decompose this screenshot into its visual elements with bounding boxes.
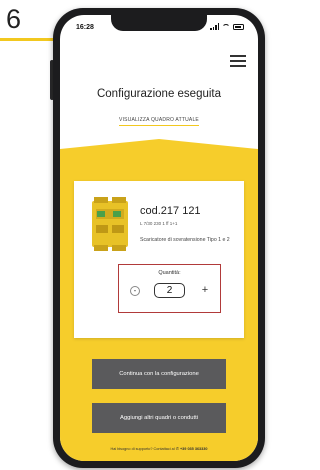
quantity-selector: Quantità: - 2 + bbox=[118, 264, 221, 313]
support-phone-link[interactable]: +39 035 363330 bbox=[180, 447, 208, 451]
status-time: 16:28 bbox=[76, 24, 94, 31]
surge-protector-image bbox=[92, 197, 128, 251]
page-title: Configurazione eseguita bbox=[96, 88, 222, 100]
step-number: 6 bbox=[6, 4, 22, 34]
view-current-panel-link[interactable]: VISUALIZZA QUADRO ATTUALE bbox=[60, 108, 258, 126]
status-bar: 16:28 bbox=[60, 15, 258, 41]
add-more-panels-button[interactable]: Aggiungi altri quadri o condutti bbox=[92, 403, 226, 433]
view-link-label[interactable]: VISUALIZZA QUADRO ATTUALE bbox=[119, 117, 199, 126]
phone-icon: ✆ bbox=[175, 447, 179, 451]
product-card: cod.217 121 L 7/30 230 1 ff 1+1 Scaricat… bbox=[74, 181, 244, 338]
footer-support-text: Hai bisogno di supporto? Contattaci al bbox=[110, 447, 175, 451]
signal-icon bbox=[210, 23, 219, 30]
phone-frame: 16:28 Configurazione eseguita VISUALIZZA… bbox=[53, 8, 265, 468]
wifi-icon bbox=[222, 23, 230, 30]
status-icons bbox=[210, 23, 244, 30]
product-code: cod.217 121 bbox=[140, 205, 201, 217]
product-subcode: L 7/30 230 1 ff 1+1 bbox=[140, 221, 178, 226]
phone-notch bbox=[111, 15, 207, 31]
phone-screen: 16:28 Configurazione eseguita VISUALIZZA… bbox=[60, 15, 258, 461]
quantity-label: Quantità: bbox=[158, 270, 181, 276]
product-description: Scaricatore di sovratensione Tipo 1 e 2 bbox=[140, 237, 230, 243]
continue-configuration-button[interactable]: Continua con la configurazione bbox=[92, 359, 226, 389]
battery-icon bbox=[233, 23, 244, 30]
footer-support-note: Hai bisogno di supporto? Contattaci al ✆… bbox=[60, 446, 258, 451]
quantity-decrease-button[interactable]: - bbox=[130, 286, 140, 296]
quantity-input[interactable]: 2 bbox=[154, 283, 185, 298]
hamburger-menu-icon[interactable] bbox=[230, 55, 246, 67]
quantity-increase-button[interactable]: + bbox=[199, 284, 211, 296]
